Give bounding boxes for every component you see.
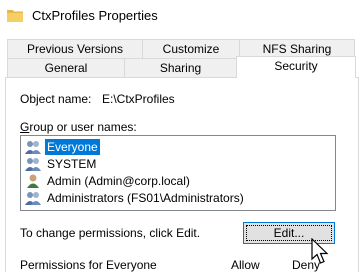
tab-security[interactable]: Security	[236, 56, 356, 78]
groups-listbox[interactable]: Everyone SYSTEM Admin (Admin@corp.local)…	[20, 135, 336, 211]
groups-label-accel: G	[20, 120, 30, 134]
list-item[interactable]: Everyone	[24, 139, 332, 156]
edit-button-label: Edit...	[273, 226, 305, 240]
users-group-icon	[25, 158, 41, 171]
list-item[interactable]: Administrators (FS01\Administrators)	[24, 190, 332, 207]
list-item[interactable]: SYSTEM	[24, 156, 332, 173]
properties-window: CtxProfiles Properties Previous Versions…	[0, 0, 363, 272]
title-bar: CtxProfiles Properties	[0, 0, 363, 32]
mouse-pointer-icon	[311, 238, 329, 264]
group-name: SYSTEM	[47, 157, 97, 171]
allow-header: Allow	[231, 258, 260, 272]
object-name-value: E:\CtxProfiles	[102, 92, 175, 106]
folder-icon	[7, 10, 23, 22]
group-name: Admin (Admin@corp.local)	[47, 174, 190, 188]
users-group-icon	[25, 192, 41, 205]
list-item[interactable]: Admin (Admin@corp.local)	[24, 173, 332, 190]
tab-general[interactable]: General	[7, 58, 125, 78]
users-group-icon	[25, 141, 41, 154]
groups-label: Group or user names:	[20, 120, 137, 134]
permissions-for-label: Permissions for Everyone	[20, 258, 157, 272]
window-title: CtxProfiles Properties	[32, 8, 158, 23]
groups-label-rest: roup or user names:	[29, 120, 137, 134]
group-name: Everyone	[45, 139, 100, 155]
object-name-label: Object name:	[20, 92, 92, 106]
tab-customize[interactable]: Customize	[142, 39, 240, 59]
change-permissions-text: To change permissions, click Edit.	[20, 226, 201, 240]
tab-sharing[interactable]: Sharing	[124, 58, 237, 78]
group-name: Administrators (FS01\Administrators)	[47, 191, 244, 205]
tab-previous-versions[interactable]: Previous Versions	[7, 39, 143, 59]
user-icon	[27, 174, 39, 188]
